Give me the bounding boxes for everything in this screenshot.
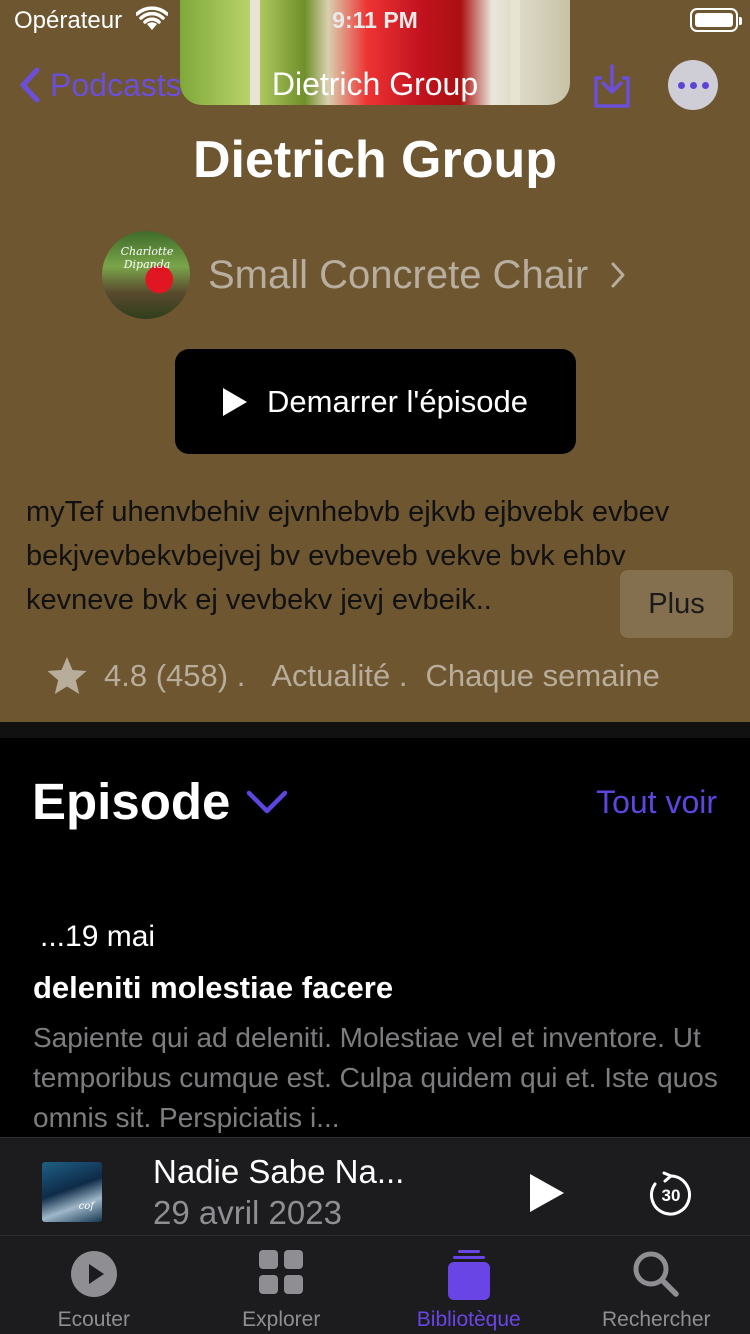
podcast-title: Dietrich Group <box>192 131 558 189</box>
battery-icon <box>690 8 742 32</box>
tab-rechercher[interactable]: Rechercher <box>563 1236 750 1334</box>
tab-label: Rechercher <box>601 1308 711 1331</box>
skip-forward-30-icon: 30 <box>650 1171 691 1216</box>
author-link[interactable]: Charlotte Dipanda Small Concrete Chair <box>102 230 626 320</box>
play-circle-icon <box>70 1251 117 1297</box>
skip-forward-button[interactable]: 30 <box>648 1171 694 1217</box>
episode-filter-button[interactable]: Episode <box>32 772 288 831</box>
category[interactable]: Actualité . <box>271 658 407 694</box>
now-playing-artwork: cof <box>42 1162 102 1222</box>
frequency: Chaque semaine <box>425 658 660 693</box>
tab-explorer[interactable]: Explorer <box>188 1236 376 1334</box>
author-name: Small Concrete Chair <box>208 252 589 297</box>
episode-title: deleniti molestiae facere <box>33 970 394 1005</box>
tab-ecouter[interactable]: Ecouter <box>0 1236 188 1334</box>
episode-description: Sapiente qui ad deleniti. Molestiae vel … <box>33 1022 718 1133</box>
status-bar: Opérateur 9:11 PM <box>0 0 750 40</box>
tab-label: Bibliotèque <box>416 1308 521 1331</box>
now-playing-date: 29 avril 2023 <box>153 1194 342 1231</box>
more-description-button[interactable]: Plus <box>620 570 733 638</box>
skip-forward-label: 30 <box>662 1186 681 1205</box>
clock: 9:11 PM <box>332 7 418 33</box>
podcast-meta: 4.8 (458) . Actualité . Chaque semaine <box>46 652 660 700</box>
play-button[interactable] <box>530 1174 564 1212</box>
play-icon <box>223 387 248 416</box>
grid-icon <box>259 1250 304 1294</box>
start-episode-button[interactable]: Demarrer l'épisode <box>175 349 576 454</box>
tab-label: Ecouter <box>57 1308 130 1331</box>
section-divider <box>0 722 750 738</box>
rating: 4.8 (458) . <box>104 658 246 693</box>
now-playing-title: Nadie Sabe Na... <box>153 1153 405 1190</box>
chevron-right-icon <box>611 262 625 288</box>
more-options-button[interactable] <box>668 60 718 110</box>
avatar-script-text: Charlotte Dipanda <box>120 245 174 271</box>
tab-bar: Ecouter Explorer Bibliotèque Rechercher <box>0 1235 750 1334</box>
star-icon <box>47 657 87 694</box>
artwork-script-text: cof <box>78 1201 94 1212</box>
search-icon <box>633 1251 679 1297</box>
mini-player[interactable]: cof Nadie Sabe Na... 29 avril 2023 30 <box>0 1137 750 1235</box>
tab-label: Explorer <box>242 1308 321 1331</box>
download-icon <box>594 64 630 108</box>
tab-bibliotheque[interactable]: Bibliotèque <box>375 1236 563 1334</box>
episodes-heading: Episode <box>32 773 231 830</box>
chevron-down-icon <box>247 790 288 813</box>
ellipsis-icon <box>677 81 685 89</box>
author-avatar: Charlotte Dipanda <box>102 231 190 319</box>
episode-date: ...19 mai <box>40 920 156 953</box>
nav-title: Dietrich Group <box>271 66 479 102</box>
start-episode-label: Demarrer l'épisode <box>267 383 528 419</box>
download-button[interactable] <box>588 62 636 110</box>
library-stack-icon <box>447 1250 490 1300</box>
see-all-link[interactable]: Tout voir <box>596 784 717 821</box>
